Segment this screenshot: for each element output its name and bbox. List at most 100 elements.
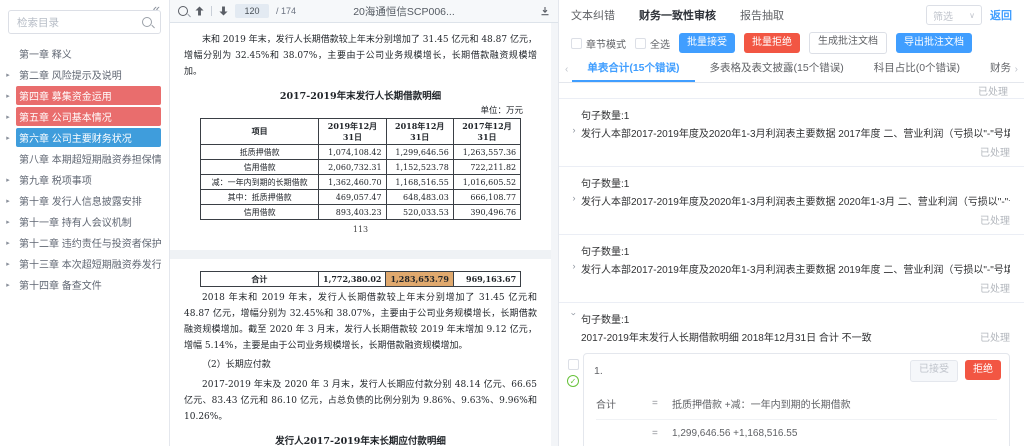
toc-search-input[interactable]: 检索目录 <box>8 10 161 34</box>
zoom-icon[interactable] <box>178 6 188 16</box>
viewer-toolbar: 120 / 174 20海通恒信SCP006... <box>170 0 558 23</box>
document-page-area[interactable]: 末和 2019 年末，发行人长期借款较上年末分别增加了 31.45 亿元和 48… <box>170 23 551 446</box>
subtab-account-ratio[interactable]: 科目占比(0个错误) <box>859 57 975 82</box>
highlighted-error-cell[interactable]: 1,283,653.79 <box>385 271 454 288</box>
table-row: 抵质押借款 1,074,108.42 1,299,646.56 1,263,55… <box>199 144 522 161</box>
doc-paragraph: 2018 年末和 2019 年末，发行人长期借款较上年末分别增加了 31.45 … <box>184 293 537 351</box>
table-row: 其中：抵质押借款 469,057.47 648,483.03 666,108.7… <box>199 189 522 206</box>
subtab-multi-table-disclosure[interactable]: 多表格及表文披露(15个错误) <box>695 57 859 82</box>
search-icon <box>142 17 152 27</box>
doc-subheading: （2）长期应付款 <box>202 360 271 371</box>
expand-arrow-icon[interactable]: ▸ <box>0 176 16 184</box>
viewer-scrollbar[interactable] <box>551 23 558 446</box>
table-row: 信用借款 893,403.23 520,033.53 390,496.76 <box>199 204 522 221</box>
expand-arrow-icon[interactable]: ▸ <box>0 218 16 226</box>
item-checkbox[interactable] <box>567 359 579 370</box>
chevron-right-icon[interactable]: › <box>567 261 581 271</box>
status-badge: 已处理 <box>978 87 1008 98</box>
tab-text-correction[interactable]: 文本纠错 <box>571 7 615 23</box>
toc-item-chapter2[interactable]: ▸ 第二章 风险提示及说明 <box>0 65 161 84</box>
chevron-down-icon: ∨ <box>969 10 975 20</box>
error-item[interactable]: 句子数量:1 › 发行人本部2017-2019年度及2020年1-3月利润表主要… <box>559 99 1024 167</box>
expand-arrow-icon[interactable]: ▸ <box>0 92 16 100</box>
chevron-right-icon[interactable]: › <box>567 125 581 135</box>
long-term-loan-table: 项目 2019年12月31日 2018年12月31日 2017年12月31日 抵… <box>199 118 522 221</box>
toc-item-chapter8[interactable]: 第八章 本期超短期融资券担保情况 <box>0 149 161 168</box>
page-number-input[interactable]: 120 <box>235 4 269 18</box>
error-item[interactable]: 句子数量:1 › 发行人本部2017-2019年度及2020年1-3月利润表主要… <box>559 167 1024 235</box>
table-header-row: 项目 2019年12月31日 2018年12月31日 2017年12月31日 <box>199 118 522 146</box>
pdf-viewer: 120 / 174 20海通恒信SCP006... 末和 2019 年末，发行人… <box>170 0 558 446</box>
error-category-tabs: ‹ 单表合计(15个错误) 多表格及表文披露(15个错误) 科目占比(0个错误)… <box>559 56 1024 83</box>
toc-item-chapter14[interactable]: ▸ 第十四章 备查文件 <box>0 275 161 294</box>
expand-arrow-icon[interactable]: ▸ <box>0 113 16 121</box>
page-number: 113 <box>352 225 369 235</box>
toc-item-chapter11[interactable]: ▸ 第十一章 持有人会议机制 <box>0 212 161 231</box>
formula-subject: 合计 <box>596 400 616 411</box>
error-item-expanded[interactable]: › 句子数量:1 2017-2019年末发行人长期借款明细 2018年12月31… <box>559 303 1024 349</box>
tab-report-extraction[interactable]: 报告抽取 <box>740 7 784 23</box>
error-list[interactable]: 已处理 句子数量:1 › 发行人本部2017-2019年度及2020年1-3月利… <box>559 83 1024 446</box>
batch-accept-button[interactable]: 批量接受 <box>679 33 735 53</box>
detail-index: 1. <box>594 365 603 377</box>
table2-title: 发行人2017-2019年末长期应付款明细 <box>275 436 446 446</box>
page-down-icon[interactable] <box>219 6 228 16</box>
table-row: 合计 1,772,380.02 1,283,653.79 969,163.67 <box>199 271 522 288</box>
tab-financial-consistency[interactable]: 财务一致性审核 <box>639 7 716 23</box>
toc-item-chapter6[interactable]: ▸ 第六章 公司主要财务状况 <box>0 128 161 147</box>
document-title: 20海通恒信SCP006... <box>353 5 455 18</box>
scroll-right-icon[interactable]: › <box>1011 64 1022 75</box>
reject-button[interactable]: 拒绝 <box>965 360 1001 380</box>
page-total-label: / 174 <box>276 6 297 16</box>
scroll-left-icon[interactable]: ‹ <box>561 64 572 75</box>
expand-arrow-icon[interactable]: ▸ <box>0 260 16 268</box>
export-annotation-doc-button[interactable]: 导出批注文档 <box>896 33 972 53</box>
partial-item: 已处理 <box>559 83 1024 99</box>
toc-item-chapter9[interactable]: ▸ 第九章 税项事项 <box>0 170 161 189</box>
table1-unit: 单位：万元 <box>480 106 523 117</box>
formula-expression: 抵质押借款 +减：一年内到期的长期借款 <box>672 400 851 411</box>
accepted-button[interactable]: 已接受 <box>910 360 958 382</box>
toc-search-placeholder: 检索目录 <box>17 16 59 29</box>
doc-paragraph: 末和 2019 年末，发行人长期借款较上年末分别增加了 31.45 亿元和 48… <box>184 35 537 77</box>
page-break <box>170 250 551 260</box>
select-all-checkbox[interactable] <box>635 37 646 49</box>
table-row: 减：一年内到期的长期借款 1,362,460.70 1,168,516.55 1… <box>199 174 522 191</box>
status-badge: 已处理 <box>980 284 1010 295</box>
panel-tabs: 文本纠错 财务一致性审核 报告抽取 筛选 ∨ 返回 <box>559 0 1024 30</box>
toc-item-chapter13[interactable]: ▸ 第十三章 本次超短期融资券发行的有关机构 <box>0 254 161 273</box>
toc-item-chapter1[interactable]: 第一章 释义 <box>0 44 161 63</box>
table1-title: 2017-2019年末发行人长期借款明细 <box>279 91 442 103</box>
batch-controls: 章节模式 全选 批量接受 批量拒绝 生成批注文档 导出批注文档 <box>559 30 1024 56</box>
toc-item-chapter4[interactable]: ▸ 第四章 募集资金运用 <box>0 86 161 105</box>
filter-select[interactable]: 筛选 ∨ <box>926 5 982 25</box>
toc-item-chapter12[interactable]: ▸ 第十二章 违约责任与投资者保护机制 <box>0 233 161 252</box>
page-up-icon[interactable] <box>195 6 204 16</box>
expand-arrow-icon[interactable]: ▸ <box>0 134 16 142</box>
chevron-right-icon[interactable]: › <box>567 193 581 203</box>
status-badge: 已处理 <box>980 333 1010 344</box>
chevron-down-icon[interactable]: › <box>569 307 579 321</box>
chapter-mode-checkbox[interactable] <box>571 37 582 49</box>
error-detail-card: 1. 已接受 拒绝 合计 = 抵质押借款 +减：一年内到期的长期借款 = 1,2… <box>583 353 1010 446</box>
error-item[interactable]: 句子数量:1 › 发行人本部2017-2019年度及2020年1-3月利润表主要… <box>559 235 1024 303</box>
batch-reject-button[interactable]: 批量拒绝 <box>744 33 800 53</box>
expand-arrow-icon[interactable]: ▸ <box>0 197 16 205</box>
doc-paragraph: 2017-2019 年末及 2020 年 3 月末，发行人长期应付款分别 48.… <box>184 380 537 422</box>
error-detail-card-wrap: ✓ 1. 已接受 拒绝 合计 = 抵质押借款 +减：一年内到期的长期借款 = 1… <box>559 349 1024 446</box>
back-button[interactable]: 返回 <box>990 7 1012 23</box>
total-row-table: 合计 1,772,380.02 1,283,653.79 969,163.67 <box>199 271 522 288</box>
download-icon[interactable] <box>540 6 550 16</box>
toc-sidebar: « 检索目录 第一章 释义 ▸ 第二章 风险提示及说明 ▸ 第四章 募集资金运用… <box>0 0 170 446</box>
table-row: 信用借款 2,060,732.31 1,152,523.78 722,211.8… <box>199 159 522 176</box>
generate-annotation-doc-button[interactable]: 生成批注文档 <box>809 32 887 54</box>
expand-arrow-icon[interactable]: ▸ <box>0 281 16 289</box>
toc-item-chapter10[interactable]: ▸ 第十章 发行人信息披露安排 <box>0 191 161 210</box>
expand-arrow-icon[interactable]: ▸ <box>0 71 16 79</box>
toc-item-chapter5[interactable]: ▸ 第五章 公司基本情况 <box>0 107 161 126</box>
formula-values: 1,299,646.56 +1,168,516.55 <box>672 428 798 439</box>
processed-check-icon: ✓ <box>567 375 579 387</box>
expand-arrow-icon[interactable]: ▸ <box>0 239 16 247</box>
subtab-single-table-total[interactable]: 单表合计(15个错误) <box>572 57 695 82</box>
subtab-financial-indicator[interactable]: 财务指标核算(18个错 <box>975 57 1011 82</box>
